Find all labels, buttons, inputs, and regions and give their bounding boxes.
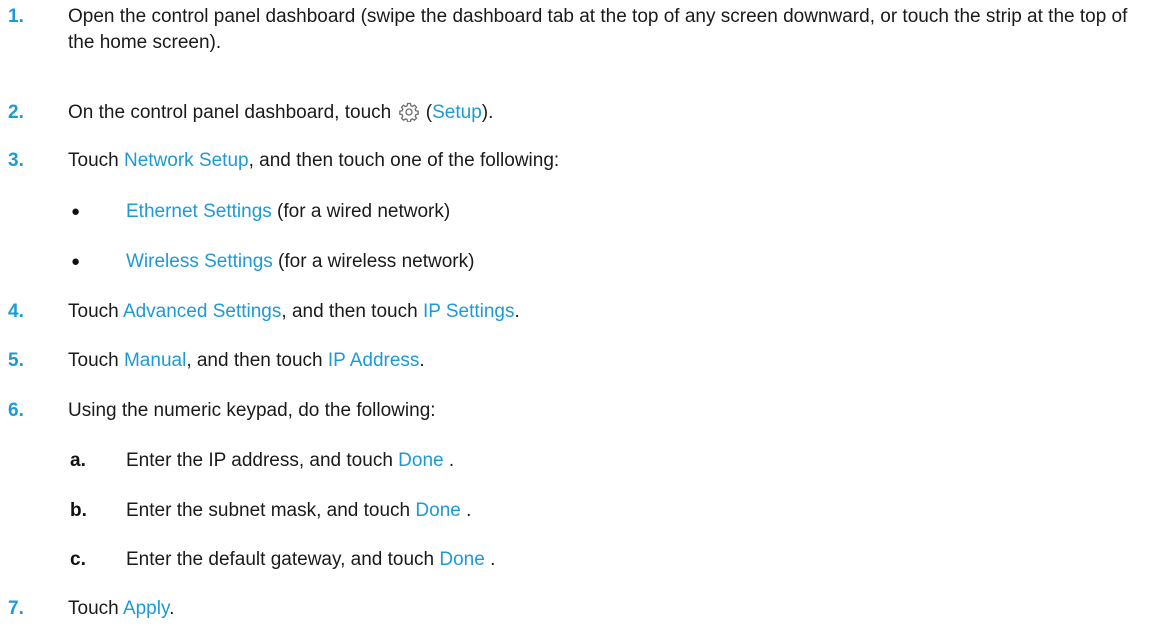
step-text: Touch Network Setup, and then touch one … [68, 148, 1143, 174]
step-text: Touch Advanced Settings, and then touch … [68, 299, 1143, 325]
step-number: 6. [8, 400, 24, 421]
step-text-middle: , and then touch [281, 301, 423, 322]
done-link[interactable]: Done [415, 500, 460, 521]
substep-text-after: . [443, 450, 455, 471]
substep-label: b. [70, 500, 87, 521]
step-number: 1. [8, 6, 24, 27]
step-text-after: . [169, 598, 175, 619]
step-text: Touch Apply. [68, 596, 1143, 622]
substep-text: Enter the subnet mask, and touch Done . [126, 498, 471, 524]
bullet-dot: ● [71, 203, 81, 220]
substep-label: c. [70, 549, 86, 570]
substep-label: a. [70, 450, 86, 471]
step-number: 3. [8, 150, 24, 171]
gear-icon [398, 102, 419, 123]
network-setup-link[interactable]: Network Setup [124, 150, 249, 171]
done-link[interactable]: Done [439, 549, 484, 570]
setup-link[interactable]: Setup [432, 102, 482, 123]
apply-link[interactable]: Apply [123, 598, 169, 619]
step-text-after: ). [481, 102, 494, 123]
wireless-settings-link[interactable]: Wireless Settings [126, 251, 273, 272]
step-text-after: . [514, 301, 520, 322]
substep-text-after: . [484, 549, 496, 570]
step-text-before: Touch [68, 598, 123, 619]
step-text-after: , and then touch one of the following: [248, 150, 560, 171]
done-link[interactable]: Done [398, 450, 443, 471]
advanced-settings-link[interactable]: Advanced Settings [123, 301, 281, 322]
ip-settings-link[interactable]: IP Settings [423, 301, 515, 322]
step-text-before: Touch [68, 301, 123, 322]
substep-text-before: Enter the default gateway, and touch [126, 549, 440, 570]
step-number: 7. [8, 598, 24, 619]
bullet-text-after: (for a wireless network) [272, 251, 475, 272]
step-text-before: Touch [68, 150, 124, 171]
bullet-text: Wireless Settings (for a wireless networ… [126, 249, 474, 275]
step-text-before: On the control panel dashboard, touch [68, 102, 392, 123]
substep-text-before: Enter the subnet mask, and touch [126, 500, 416, 521]
step-text: On the control panel dashboard, touch (S… [68, 100, 1143, 126]
bullet-text-after: (for a wired network) [271, 201, 451, 222]
bullet-text: Ethernet Settings (for a wired network) [126, 199, 450, 225]
substep-text-after: . [460, 500, 472, 521]
step-text: Open the control panel dashboard (swipe … [68, 6, 1128, 53]
step-text-before: Touch [68, 350, 124, 371]
ethernet-settings-link[interactable]: Ethernet Settings [126, 201, 272, 222]
step-text-middle: , and then touch [186, 350, 328, 371]
step-number: 4. [8, 301, 24, 322]
bullet-dot: ● [71, 253, 81, 270]
step-number: 5. [8, 350, 24, 371]
step-text: Using the numeric keypad, do the followi… [68, 400, 436, 421]
step-text: Touch Manual, and then touch IP Address. [68, 348, 1143, 374]
manual-link[interactable]: Manual [124, 350, 186, 371]
ip-address-link[interactable]: IP Address [328, 350, 420, 371]
step-number: 2. [8, 102, 24, 123]
substep-text: Enter the default gateway, and touch Don… [126, 547, 495, 573]
substep-text: Enter the IP address, and touch Done . [126, 448, 454, 474]
step-text-after: . [419, 350, 425, 371]
substep-text-before: Enter the IP address, and touch [126, 450, 399, 471]
